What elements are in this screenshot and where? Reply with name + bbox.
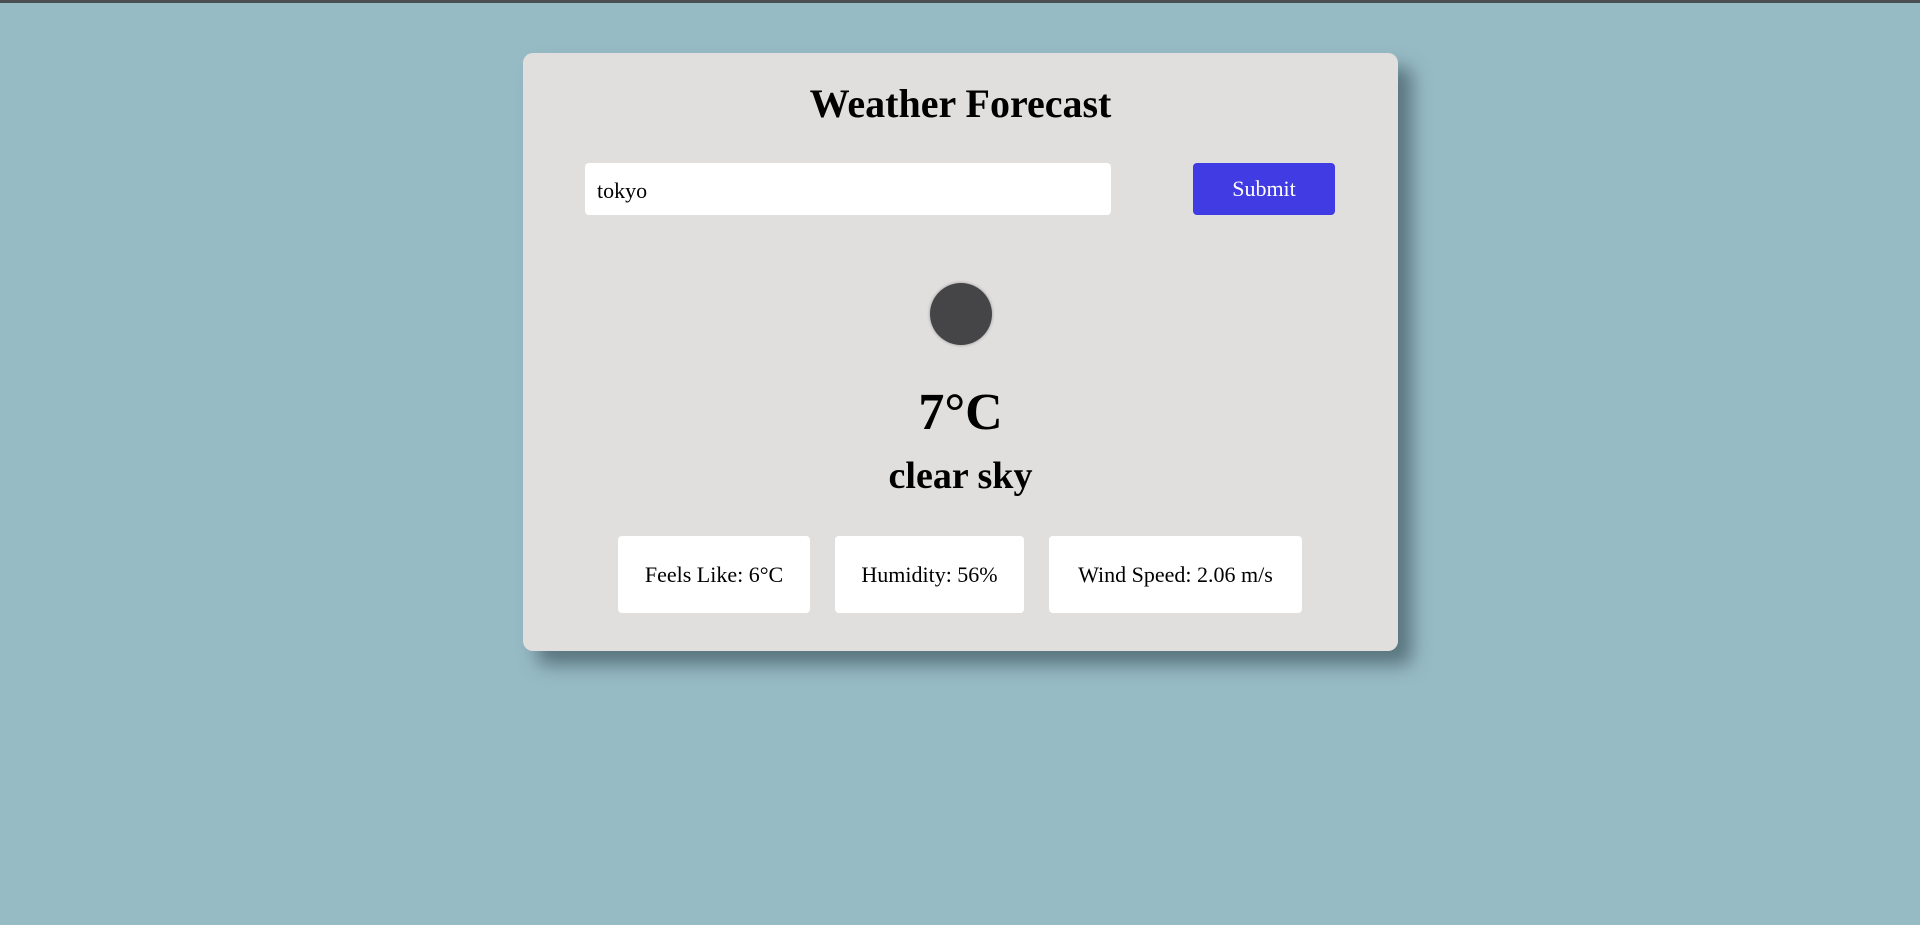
city-search-input[interactable]	[585, 163, 1111, 215]
top-border	[0, 0, 1920, 3]
weather-condition-icon	[930, 283, 992, 345]
feels-like-text: Feels Like: 6°C	[644, 561, 784, 587]
wind-speed-text: Wind Speed: 2.06 m/s	[1078, 561, 1273, 587]
weather-description: clear sky	[888, 455, 1033, 497]
page-title: Weather Forecast	[809, 81, 1112, 126]
temperature-value: 7°C	[918, 384, 1003, 441]
humidity-box: Humidity: 56%	[835, 536, 1024, 613]
humidity-text: Humidity: 56%	[861, 561, 998, 587]
weather-card: Weather Forecast Submit 7°C clear sky Fe…	[523, 53, 1398, 651]
submit-button[interactable]: Submit	[1193, 163, 1335, 215]
feels-like-box: Feels Like: 6°C	[618, 536, 810, 613]
wind-speed-box: Wind Speed: 2.06 m/s	[1049, 536, 1302, 613]
